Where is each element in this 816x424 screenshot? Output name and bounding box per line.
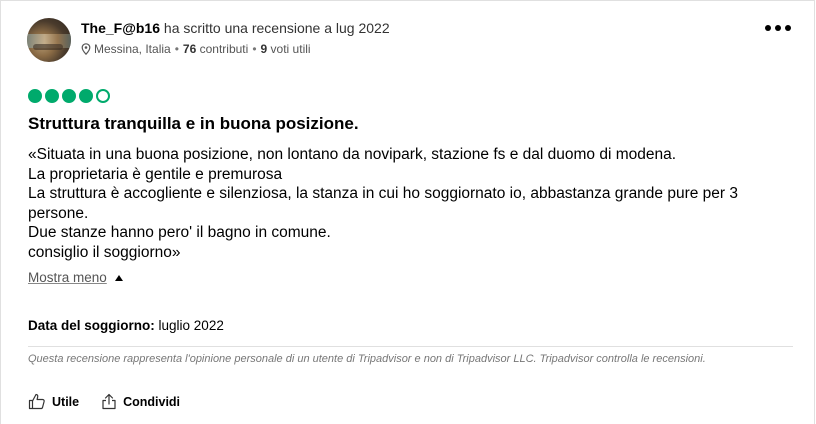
stay-date: Data del soggiorno: luglio 2022: [28, 318, 224, 333]
review-text-line: persone.: [28, 204, 89, 222]
votes-count: 9: [260, 42, 268, 56]
disclaimer-text: Questa recensione rappresenta l'opinione…: [28, 353, 706, 365]
review-text-line: La proprietaria è gentile e premurosa: [28, 165, 283, 183]
map-pin-icon: [81, 43, 91, 55]
bubble-rating: [28, 89, 110, 103]
review-title: Struttura tranquilla e in buona posizion…: [28, 114, 359, 133]
review-text-line: consiglio il soggiorno»: [28, 243, 181, 261]
review-action-text: ha scritto una recensione a lug 2022: [163, 20, 390, 36]
review-text-line: La struttura è accogliente e silenziosa,…: [28, 185, 739, 202]
review-header: The_F@b16 ha scritto una recensione a lu…: [81, 20, 390, 36]
review-text-line: «Situata in una buona posizione, non lon…: [28, 146, 677, 163]
share-icon: [102, 393, 116, 410]
review-text-line: Due stanze hanno pero' il bagno in comun…: [28, 224, 331, 241]
reviewer-location: Messina, Italia: [94, 42, 171, 56]
reviewer-meta: Messina, Italia • 76 contributi • 9 voti…: [81, 42, 311, 56]
rating-bubble-filled: [28, 89, 42, 103]
rating-bubble-filled: [62, 89, 76, 103]
contributions-count: 76: [182, 42, 197, 56]
rating-bubble-filled: [79, 89, 93, 103]
helpful-button[interactable]: Utile: [28, 393, 79, 410]
review-actions: Utile Condividi: [28, 393, 180, 410]
share-label: Condividi: [123, 394, 181, 409]
rating-bubble-filled: [45, 89, 59, 103]
thumbs-up-icon: [28, 393, 45, 410]
contributions-label: contributi: [199, 42, 249, 56]
rating-bubble-empty: [96, 89, 110, 103]
votes-label: voti utili: [270, 42, 311, 56]
username-link[interactable]: The_F@b16: [81, 20, 160, 36]
stay-date-label: Data del soggiorno:: [28, 318, 155, 333]
avatar[interactable]: [27, 18, 71, 62]
divider: [28, 346, 793, 347]
caret-up-icon: [114, 274, 123, 281]
more-options-icon[interactable]: [765, 21, 791, 35]
share-button[interactable]: Condividi: [101, 393, 180, 410]
helpful-label: Utile: [52, 394, 80, 409]
stay-date-value: luglio 2022: [158, 318, 224, 333]
review-card: The_F@b16 ha scritto una recensione a lu…: [0, 0, 815, 424]
review-text: «Situata in una buona posizione, non lon…: [28, 145, 798, 262]
show-less-label: Mostra meno: [28, 270, 107, 285]
show-less-link[interactable]: Mostra meno: [28, 270, 123, 285]
